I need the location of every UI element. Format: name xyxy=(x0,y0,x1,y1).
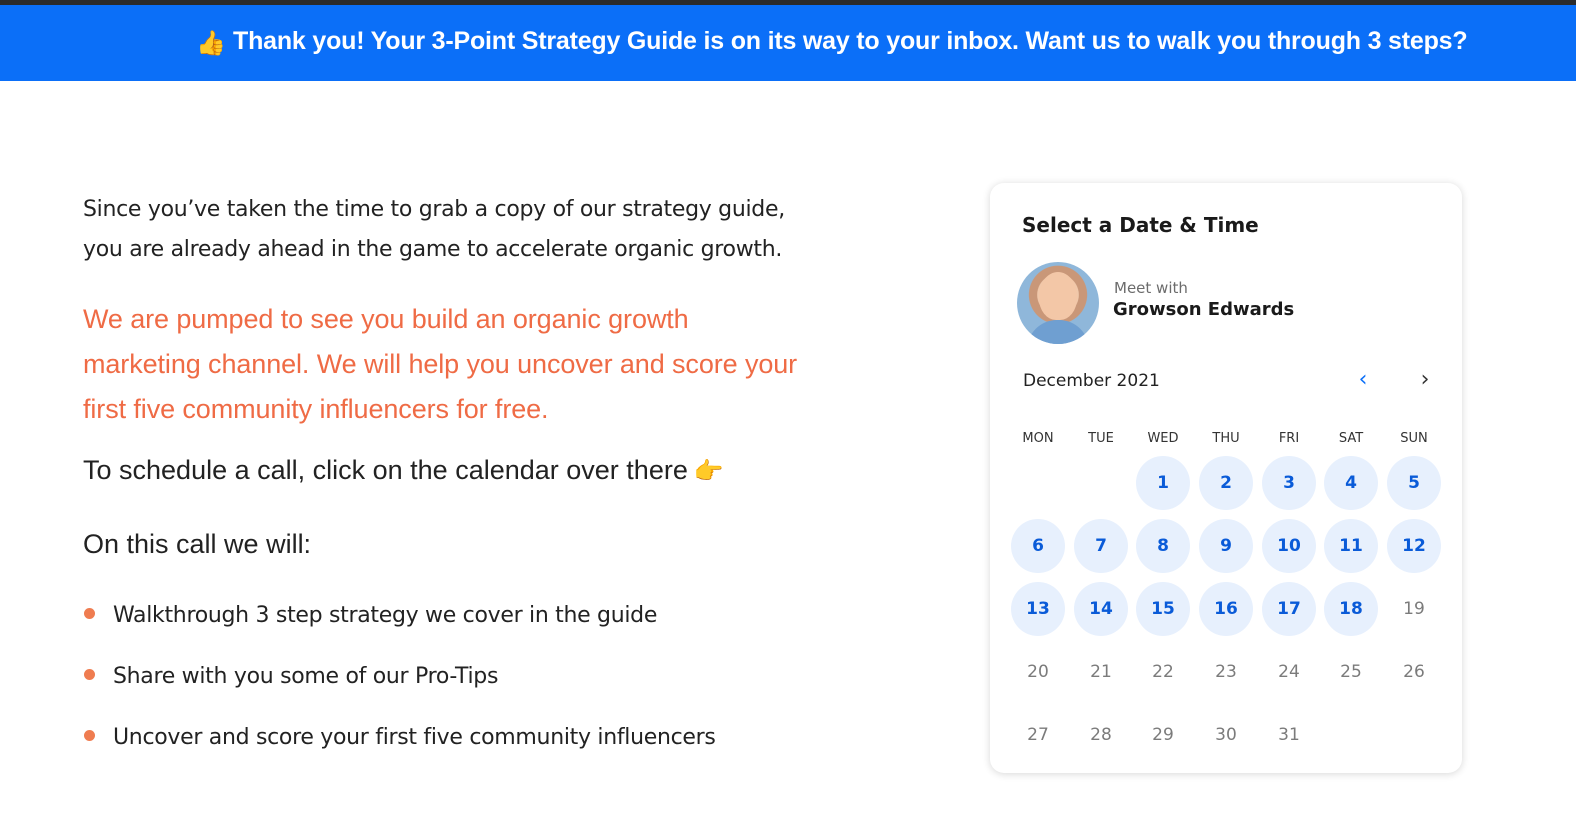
avatar-shirt xyxy=(1027,320,1089,344)
calendar-day-5[interactable]: 5 xyxy=(1387,456,1441,510)
calendar-day-8[interactable]: 8 xyxy=(1136,519,1190,573)
calendar-day-27: 27 xyxy=(1027,725,1049,745)
calendar-day-15[interactable]: 15 xyxy=(1136,582,1190,636)
chevron-left-icon[interactable]: ‹ xyxy=(1350,366,1376,392)
list-item: Uncover and score your first five commun… xyxy=(83,718,843,779)
agenda-list: Walkthrough 3 step strategy we cover in … xyxy=(83,596,843,779)
schedule-instruction: To schedule a call, click on the calenda… xyxy=(83,450,843,492)
meet-with-label: Meet with xyxy=(1114,279,1188,297)
chevron-right-icon[interactable]: › xyxy=(1412,366,1438,392)
host-name: Growson Edwards xyxy=(1113,299,1295,320)
list-item: Share with you some of our Pro-Tips xyxy=(83,657,843,718)
intro-paragraph: Since you’ve taken the time to grab a co… xyxy=(83,190,843,270)
calendar-day-21: 21 xyxy=(1090,662,1112,682)
avatar-face xyxy=(1039,272,1077,320)
calendar-day-29: 29 xyxy=(1152,725,1174,745)
pointing-right-icon: 👉 xyxy=(693,458,724,485)
list-item-text: Share with you some of our Pro-Tips xyxy=(113,664,499,689)
calendar-day-19: 19 xyxy=(1403,599,1425,619)
intro-line: Since you’ve taken the time to grab a co… xyxy=(83,197,785,222)
weekday-sat: SAT xyxy=(1338,431,1364,446)
weekday-fri: FRI xyxy=(1278,431,1300,446)
bullet-dot xyxy=(84,608,95,619)
calendar-day-14[interactable]: 14 xyxy=(1074,582,1128,636)
calendar-day-16[interactable]: 16 xyxy=(1199,582,1253,636)
calendar-day-13[interactable]: 13 xyxy=(1011,582,1065,636)
calendar-day-3[interactable]: 3 xyxy=(1262,456,1316,510)
list-item-text: Uncover and score your first five commun… xyxy=(113,725,716,750)
calendar-day-30: 30 xyxy=(1215,725,1237,745)
highlight-paragraph: We are pumped to see you build an organi… xyxy=(83,297,843,432)
calendar-day-17[interactable]: 17 xyxy=(1262,582,1316,636)
banner-text: Thank you! Your 3-Point Strategy Guide i… xyxy=(233,27,1468,55)
list-item: Walkthrough 3 step strategy we cover in … xyxy=(83,596,843,657)
calendar-day-20: 20 xyxy=(1027,662,1049,682)
scheduler-card: Select a Date & Time Meet with Growson E… xyxy=(990,183,1462,773)
schedule-text: To schedule a call, click on the calenda… xyxy=(83,455,688,485)
calendar-day-9[interactable]: 9 xyxy=(1199,519,1253,573)
confirmation-banner: 👍 Thank you! Your 3-Point Strategy Guide… xyxy=(0,5,1576,81)
weekday-tue: TUE xyxy=(1088,431,1114,446)
month-label: December 2021 xyxy=(1023,371,1160,391)
list-item-text: Walkthrough 3 step strategy we cover in … xyxy=(113,603,658,628)
highlight-line: first five community influencers for fre… xyxy=(83,394,549,424)
calendar-day-28: 28 xyxy=(1090,725,1112,745)
calendar-day-12[interactable]: 12 xyxy=(1387,519,1441,573)
calendar-day-25: 25 xyxy=(1340,662,1362,682)
thumbs-up-icon: 👍 xyxy=(196,30,226,57)
calendar-day-6[interactable]: 6 xyxy=(1011,519,1065,573)
calendar-day-18[interactable]: 18 xyxy=(1324,582,1378,636)
oncall-heading: On this call we will: xyxy=(83,529,312,559)
highlight-line: We are pumped to see you build an organi… xyxy=(83,304,689,334)
calendar-day-23: 23 xyxy=(1215,662,1237,682)
avatar xyxy=(1017,262,1099,344)
weekday-mon: MON xyxy=(1022,431,1054,446)
calendar-day-31: 31 xyxy=(1278,725,1300,745)
weekday-wed: WED xyxy=(1147,431,1179,446)
calendar-day-7[interactable]: 7 xyxy=(1074,519,1128,573)
calendar-day-4[interactable]: 4 xyxy=(1324,456,1378,510)
calendar-day-24: 24 xyxy=(1278,662,1300,682)
bullet-dot xyxy=(84,669,95,680)
calendar-day-11[interactable]: 11 xyxy=(1324,519,1378,573)
weekday-thu: THU xyxy=(1212,431,1240,446)
scheduler-title: Select a Date & Time xyxy=(1022,213,1259,237)
calendar-day-22: 22 xyxy=(1152,662,1174,682)
weekday-sun: SUN xyxy=(1400,431,1428,446)
intro-line: you are already ahead in the game to acc… xyxy=(83,237,783,262)
highlight-line: marketing channel. We will help you unco… xyxy=(83,349,798,379)
bullet-dot xyxy=(84,730,95,741)
calendar-day-26: 26 xyxy=(1403,662,1425,682)
calendar-day-1[interactable]: 1 xyxy=(1136,456,1190,510)
calendar-day-2[interactable]: 2 xyxy=(1199,456,1253,510)
calendar-day-10[interactable]: 10 xyxy=(1262,519,1316,573)
